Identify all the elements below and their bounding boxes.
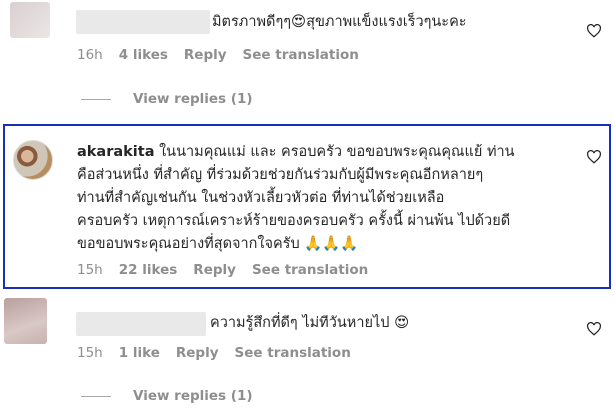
view-replies-label[interactable]: View replies (1) <box>133 388 253 404</box>
comment-line: ขอขอบพระคุณอย่างที่สุดจากใจครับ 🙏🙏🙏 <box>77 236 359 252</box>
likes-count[interactable]: 22 likes <box>119 262 178 278</box>
username[interactable]: akarakita <box>77 144 154 160</box>
heart-outline-icon[interactable] <box>586 24 602 38</box>
reply-button[interactable]: Reply <box>184 47 227 63</box>
view-replies-button[interactable]: View replies (1) <box>81 388 253 404</box>
comment-line: ในนามคุณแม่ และ ครอบครัว ขอขอบพระคุณคุณแ… <box>159 144 515 160</box>
timestamp: 15h <box>77 262 103 278</box>
see-translation-link[interactable]: See translation <box>252 262 368 278</box>
timestamp: 15h <box>77 345 103 361</box>
comment-text: มิตรภาพดีๆๆ😍สุขภาพแข็งแรงเร็วๆนะคะ <box>212 14 467 30</box>
likes-count[interactable]: 1 like <box>119 345 160 361</box>
see-translation-link[interactable]: See translation <box>235 345 351 361</box>
view-replies-label[interactable]: View replies (1) <box>133 91 253 107</box>
divider-line <box>81 395 111 397</box>
avatar[interactable] <box>4 298 47 344</box>
comment-meta: 15h 22 likes Reply See translation <box>77 262 384 278</box>
comment-line: ครอบครัว เหตุการณ์เคราะห์ร้ายของครอบครัว… <box>77 213 511 229</box>
comment-meta: 15h 1 like Reply See translation <box>77 345 367 361</box>
divider-line <box>81 98 111 100</box>
heart-outline-icon[interactable] <box>586 150 602 164</box>
likes-count[interactable]: 4 likes <box>119 47 168 63</box>
username-redacted[interactable] <box>76 10 210 34</box>
avatar[interactable] <box>13 140 53 180</box>
see-translation-link[interactable]: See translation <box>243 47 359 63</box>
timestamp: 16h <box>77 47 103 63</box>
comment-text: akarakita ในนามคุณแม่ และ ครอบครัว ขอขอบ… <box>77 141 515 256</box>
reply-button[interactable]: Reply <box>176 345 219 361</box>
reply-button[interactable]: Reply <box>193 262 236 278</box>
avatar[interactable] <box>10 2 50 38</box>
comment-line: คือส่วนหนึ่ง ที่สำคัญ ที่ร่วมด้วยช่วยกัน… <box>77 167 484 183</box>
heart-outline-icon[interactable] <box>586 322 602 336</box>
comment-line: ท่านที่สำคัญเช่นกัน ในช่วงหัวเลี้ยวหัวต่… <box>77 190 445 206</box>
comment-meta: 16h 4 likes Reply See translation <box>77 47 375 63</box>
comment-text: ความรู้สึกที่ดีๆ ไม่ทีวันหายไป 😍 <box>210 315 410 331</box>
username-redacted[interactable] <box>76 312 206 336</box>
view-replies-button[interactable]: View replies (1) <box>81 91 253 107</box>
